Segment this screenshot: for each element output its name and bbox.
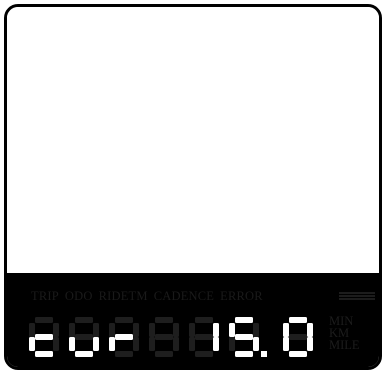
- segment: [53, 337, 59, 351]
- segment: [109, 337, 115, 351]
- segment: [229, 337, 235, 351]
- segment: [133, 323, 139, 337]
- unit-mile: MILE: [329, 338, 360, 352]
- segment: [289, 351, 307, 357]
- segment: [109, 323, 115, 337]
- segment: [53, 323, 59, 337]
- segment: [195, 351, 213, 357]
- lit-digit: [109, 317, 139, 357]
- segment: [253, 337, 259, 351]
- segment: [75, 351, 93, 357]
- segment: [283, 337, 289, 351]
- segment: [155, 351, 173, 357]
- segment: [213, 337, 219, 351]
- lit-digit: [283, 317, 313, 357]
- decimal-point: [261, 351, 267, 357]
- segment: [229, 323, 235, 337]
- label-ridetm: RIDETM: [98, 289, 148, 303]
- segment: [93, 323, 99, 337]
- segment: [93, 337, 99, 351]
- segment: [115, 334, 133, 340]
- label-cadence: CADENCE: [153, 289, 215, 303]
- segment: [235, 317, 253, 323]
- lit-digit: [229, 317, 259, 357]
- segment: [235, 351, 253, 357]
- segment: [253, 323, 259, 337]
- segment: [75, 334, 93, 340]
- dim-digit: [149, 317, 179, 357]
- segment: [149, 337, 155, 351]
- lit-digit: [189, 317, 219, 357]
- segment: [29, 323, 35, 337]
- segment: [149, 323, 155, 337]
- segment: [35, 317, 53, 323]
- segment: [195, 317, 213, 323]
- label-error: ERROR: [220, 289, 263, 303]
- segment: [35, 334, 53, 340]
- upper-blank-area: [7, 7, 379, 273]
- segment: [289, 334, 307, 340]
- segment: [173, 323, 179, 337]
- battery-bars-icon: [339, 292, 375, 302]
- label-trip: TRIP: [31, 289, 59, 303]
- segment: [213, 323, 219, 337]
- segment: [115, 317, 133, 323]
- lit-digit: [29, 317, 59, 357]
- segment: [155, 317, 173, 323]
- segment: [115, 351, 133, 357]
- segment: [289, 317, 307, 323]
- label-odo: ODO: [64, 289, 93, 303]
- lcd-display: TRIP ODO RIDETM CADENCE ERROR MIN KM MIL…: [4, 4, 382, 370]
- segment: [189, 337, 195, 351]
- info-panel: TRIP ODO RIDETM CADENCE ERROR MIN KM MIL…: [7, 273, 379, 367]
- segment: [307, 323, 313, 337]
- segment: [189, 323, 195, 337]
- segment: [75, 317, 93, 323]
- unit-labels: MIN KM MILE: [329, 315, 379, 352]
- segment: [133, 337, 139, 351]
- lit-digit: [69, 317, 99, 357]
- segment: [173, 337, 179, 351]
- segment: [35, 351, 53, 357]
- segment: [307, 337, 313, 351]
- segment: [235, 334, 253, 340]
- segment: [69, 337, 75, 351]
- seven-segment-readout: [29, 317, 313, 357]
- segment: [155, 334, 173, 340]
- segment: [283, 323, 289, 337]
- segment: [69, 323, 75, 337]
- mode-labels: TRIP ODO RIDETM CADENCE ERROR: [31, 289, 373, 305]
- segment: [195, 334, 213, 340]
- segment: [29, 337, 35, 351]
